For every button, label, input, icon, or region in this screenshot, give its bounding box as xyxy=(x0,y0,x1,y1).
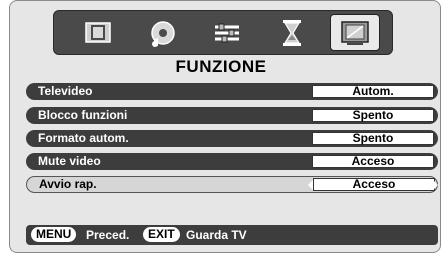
sound-icon xyxy=(151,20,175,47)
menu-row-mute-video[interactable]: Mute video Acceso xyxy=(26,153,438,170)
menu-row-televideo[interactable]: Televideo Autom. xyxy=(26,83,438,100)
menu-icon-bar xyxy=(53,10,393,55)
tab-picture[interactable] xyxy=(73,14,123,51)
row-value[interactable]: Acceso xyxy=(313,178,435,191)
menu-row-avvio-rap[interactable]: Avvio rap. Acceso xyxy=(26,176,438,193)
tab-timer[interactable] xyxy=(267,14,317,51)
row-label: Blocco funzioni xyxy=(38,108,128,122)
exit-key-button[interactable]: EXIT xyxy=(143,227,180,242)
menu-key-button[interactable]: MENU xyxy=(31,227,77,242)
picture-icon xyxy=(85,21,111,43)
row-label: Mute video xyxy=(38,154,101,168)
tab-sound[interactable] xyxy=(138,14,188,51)
menu-row-blocco-funzioni[interactable]: Blocco funzioni Spento xyxy=(26,107,438,124)
menu-key-label: Preced. xyxy=(86,228,130,242)
row-label: Formato autom. xyxy=(38,131,129,145)
page-title: FUNZIONE xyxy=(175,57,267,76)
row-value[interactable]: Spento xyxy=(312,132,434,145)
timer-hourglass-icon xyxy=(283,19,301,46)
row-label: Televideo xyxy=(38,84,93,98)
tab-settings[interactable] xyxy=(202,14,252,51)
menu-row-formato-autom[interactable]: Formato autom. Spento xyxy=(26,130,438,147)
exit-key-label: Guarda TV xyxy=(186,228,247,242)
row-label: Avvio rap. xyxy=(39,177,97,191)
function-screen-icon xyxy=(341,20,369,45)
row-value[interactable]: Spento xyxy=(312,109,434,122)
tab-function[interactable] xyxy=(330,14,380,51)
row-value[interactable]: Autom. xyxy=(312,85,434,98)
footer-bar: MENU Preced. EXIT Guarda TV xyxy=(26,225,438,245)
right-arrow-icon[interactable] xyxy=(433,180,438,190)
settings-sliders-icon xyxy=(215,23,239,42)
row-value[interactable]: Acceso xyxy=(312,155,434,168)
